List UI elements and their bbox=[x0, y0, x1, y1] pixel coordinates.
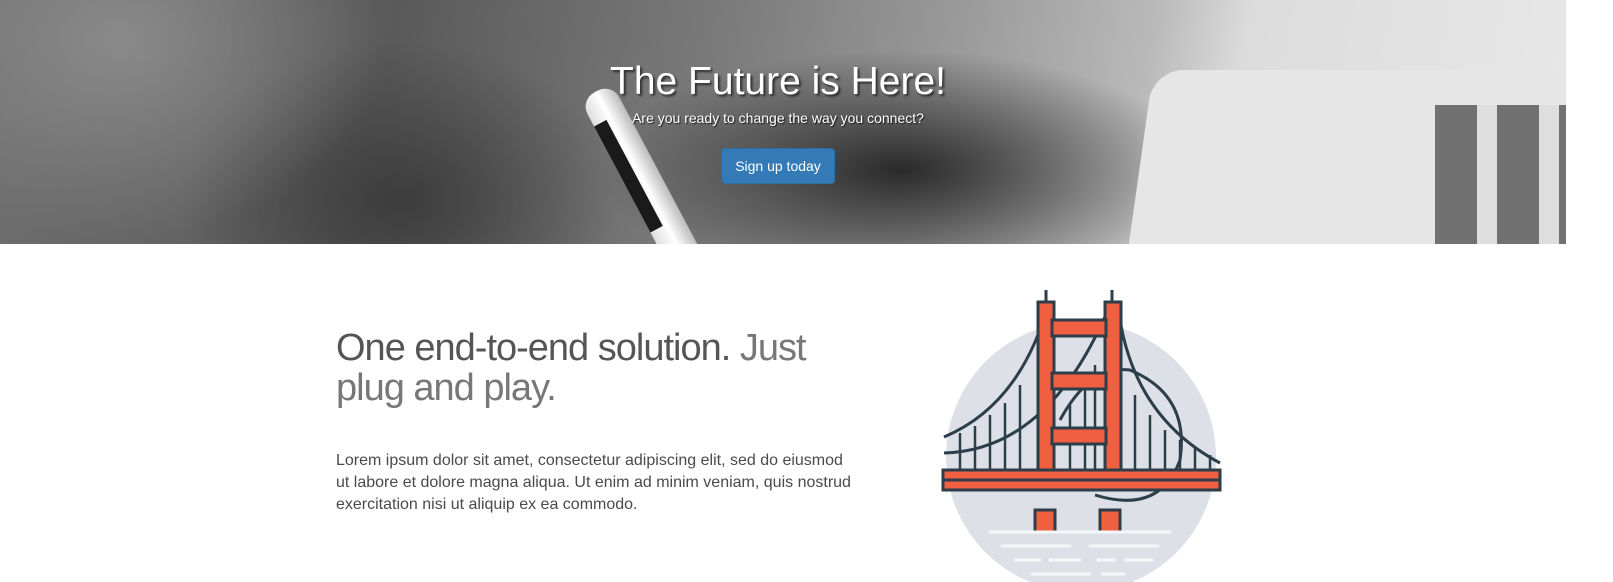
hero-subtitle: Are you ready to change the way you conn… bbox=[632, 110, 924, 126]
heading-main: One end-to-end solution. bbox=[336, 327, 731, 369]
hero-title: The Future is Here! bbox=[610, 60, 946, 103]
feature-body: Lorem ipsum dolor sit amet, consectetur … bbox=[336, 452, 851, 513]
feature-heading: One end-to-end solution. Just plug and p… bbox=[336, 328, 856, 408]
feature-section: One end-to-end solution. Just plug and p… bbox=[336, 328, 856, 532]
golden-gate-bridge-icon bbox=[941, 290, 1222, 582]
hero-banner: The Future is Here! Are you ready to cha… bbox=[0, 0, 1566, 244]
sign-up-button[interactable]: Sign up today bbox=[721, 148, 835, 184]
